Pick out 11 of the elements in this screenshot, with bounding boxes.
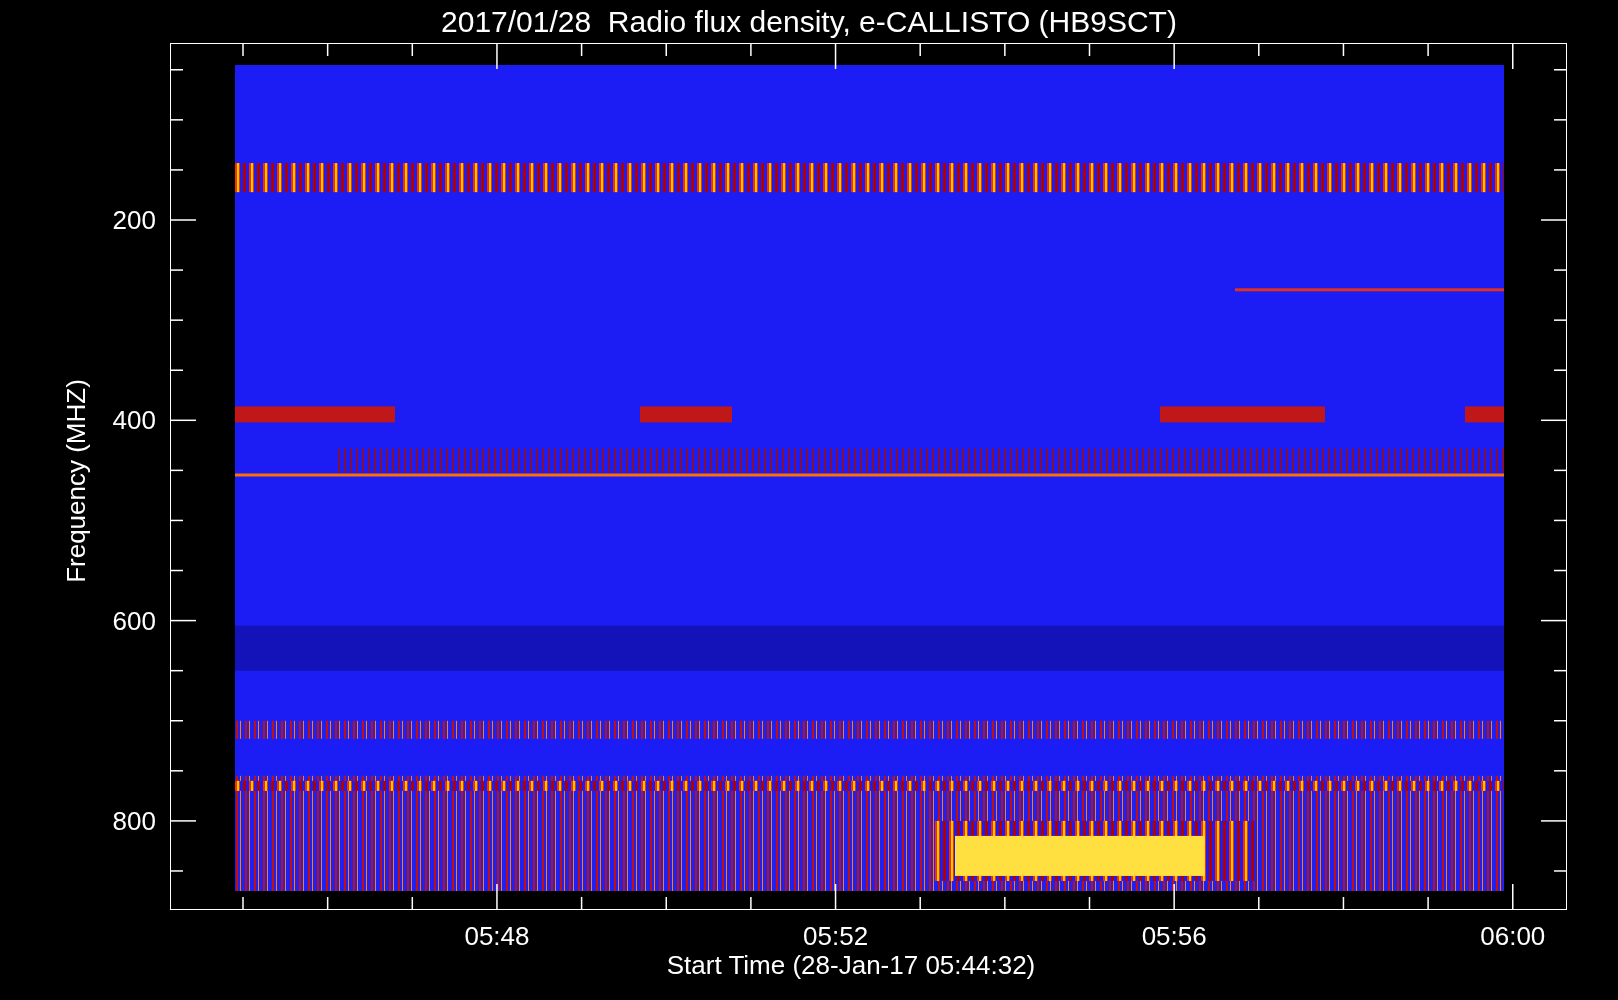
x-tick-label: 05:56 [1140, 923, 1208, 949]
x-tick-label: 06:00 [1479, 923, 1547, 949]
x-tick-label: 05:48 [463, 923, 531, 949]
x-tick-label: 05:52 [802, 923, 870, 949]
y-axis-label: Frequency (MHZ) [63, 378, 89, 585]
y-tick-label: 800 [112, 807, 156, 834]
y-tick-label: 400 [112, 407, 156, 434]
y-tick-label: 200 [112, 207, 156, 233]
x-axis-label: Start Time (28-Jan-17 05:44:32) [665, 952, 1037, 978]
chart-title: 2017/01/28 Radio flux density, e-CALLISTO (HB9SCT) [441, 6, 1177, 37]
y-tick-label: 600 [112, 607, 156, 634]
